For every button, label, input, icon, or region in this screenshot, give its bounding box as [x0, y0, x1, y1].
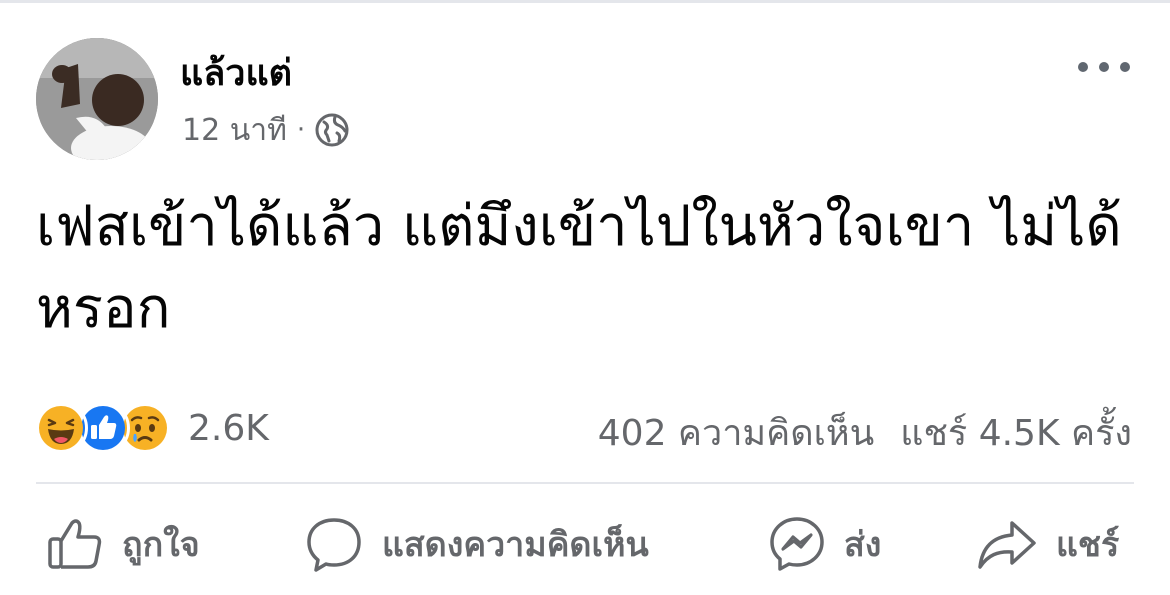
send-button[interactable]: ส่ง: [768, 506, 881, 582]
top-divider: [0, 0, 1170, 3]
more-options-icon[interactable]: [1078, 52, 1130, 82]
post-stats: 402 ความคิดเห็น แชร์ 4.5K ครั้ง: [598, 404, 1132, 461]
globe-icon: [315, 113, 349, 147]
haha-icon: [34, 401, 88, 455]
comment-button[interactable]: แสดงความคิดเห็น: [304, 506, 649, 582]
avatar[interactable]: [36, 38, 158, 160]
post-meta: 12 นาที ·: [182, 108, 349, 152]
like-label: ถูกใจ: [122, 525, 200, 565]
comment-icon: [307, 518, 361, 572]
meta-separator: ·: [296, 115, 306, 145]
share-icon: [978, 521, 1036, 569]
thumbs-up-icon: [48, 519, 102, 569]
send-label: ส่ง: [844, 525, 882, 565]
reactions-summary[interactable]: 2.6K: [34, 401, 269, 455]
post-author[interactable]: แล้วแต่: [180, 50, 292, 98]
share-button[interactable]: แชร์: [976, 506, 1119, 582]
reaction-count: 2.6K: [188, 407, 269, 449]
actions-divider: [36, 482, 1134, 484]
action-bar: ถูกใจ แสดงความคิดเห็น ส่ง แชร์: [0, 506, 1170, 582]
messenger-icon: [770, 517, 824, 571]
like-button[interactable]: ถูกใจ: [46, 506, 200, 582]
comment-label: แสดงความคิดเห็น: [382, 525, 649, 565]
comment-count[interactable]: 402 ความคิดเห็น: [598, 404, 875, 461]
post-text: เฟสเข้าได้แล้ว แต่มึงเข้าไปในหัวใจเขา ไม…: [36, 194, 1122, 341]
avatar-photo: [36, 38, 158, 160]
post-time[interactable]: 12 นาที: [182, 107, 287, 154]
share-count[interactable]: แชร์ 4.5K ครั้ง: [900, 404, 1132, 461]
share-label: แชร์: [1056, 525, 1120, 565]
